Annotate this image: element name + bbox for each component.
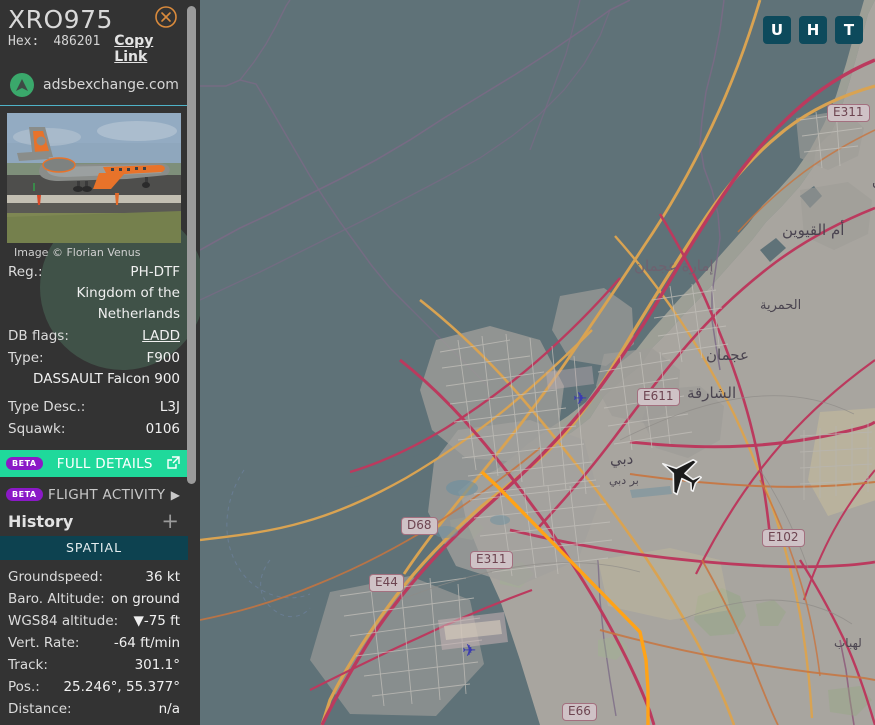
spatial-section-header[interactable]: SPATIAL bbox=[0, 536, 188, 560]
hex-label: Hex: bbox=[8, 34, 40, 49]
detail-row-type: Type: F900 bbox=[0, 347, 188, 369]
detail-label: Reg.: bbox=[8, 264, 43, 280]
road-shield[interactable]: E66 bbox=[562, 703, 597, 721]
road-shield[interactable]: E311 bbox=[827, 104, 870, 122]
map-controls: U H T bbox=[763, 16, 863, 44]
detail-country-line1: Kingdom of the bbox=[76, 285, 180, 301]
full-details-label: FULL DETAILS bbox=[56, 455, 153, 472]
detail-row-squawk: Squawk: 0106 bbox=[0, 418, 188, 440]
detail-value: F900 bbox=[146, 350, 180, 366]
spatial-row-position: Pos.: 25.246°, 55.377° bbox=[0, 676, 188, 698]
plus-icon[interactable]: + bbox=[161, 511, 179, 532]
brand-name: adsbexchange.com bbox=[43, 77, 179, 93]
road-shield[interactable]: E44 bbox=[369, 574, 404, 592]
spatial-value: n/a bbox=[158, 701, 180, 717]
detail-label: Type: bbox=[8, 350, 44, 366]
spatial-label: Baro. Altitude: bbox=[8, 591, 105, 607]
detail-type-full: DASSAULT Falcon 900 bbox=[33, 371, 180, 387]
full-details-button[interactable]: BETA FULL DETAILS bbox=[0, 450, 188, 477]
detail-country-line2: Netherlands bbox=[97, 306, 180, 322]
detail-row-reg: Reg.: PH-DTF bbox=[0, 261, 188, 283]
spatial-row-baro-altitude: Baro. Altitude: on ground bbox=[0, 588, 188, 610]
app-root: أم القيوين أم القيوين إمارة عجمان الحمري… bbox=[0, 0, 875, 725]
aircraft-marker-icon[interactable] bbox=[658, 452, 702, 496]
brand-row: adsbexchange.com bbox=[0, 65, 188, 106]
panel-header: XRO975 bbox=[0, 0, 188, 35]
close-circle-icon[interactable] bbox=[154, 5, 178, 29]
dbflags-value-link[interactable]: LADD bbox=[142, 326, 180, 346]
detail-row-typedesc: Type Desc.: L3J bbox=[0, 396, 188, 418]
hex-row: Hex: 486201 Copy Link bbox=[0, 33, 188, 65]
flight-activity-label: FLIGHT ACTIVITY bbox=[48, 486, 166, 503]
spatial-row-wgs84-altitude: WGS84 altitude: ▼-75 ft bbox=[0, 610, 188, 632]
spatial-row-groundspeed: Groundspeed: 36 kt bbox=[0, 566, 188, 588]
external-link-icon bbox=[167, 455, 180, 472]
map-button-h[interactable]: H bbox=[799, 16, 827, 44]
detail-label: DB flags: bbox=[8, 328, 69, 344]
spatial-label: Vert. Rate: bbox=[8, 635, 80, 651]
adsbexchange-logo-icon bbox=[10, 73, 34, 97]
map-button-t[interactable]: T bbox=[835, 16, 863, 44]
map-vector-layer bbox=[200, 0, 875, 725]
history-section-header[interactable]: History + bbox=[0, 508, 188, 536]
detail-row-dbflags: DB flags: LADD bbox=[0, 325, 188, 347]
spatial-row-distance: Distance: n/a bbox=[0, 698, 188, 720]
road-shield[interactable]: E611 bbox=[637, 388, 680, 406]
panel-scrollbar[interactable] bbox=[187, 6, 196, 484]
photo-credit: Image © Florian Venus bbox=[14, 246, 141, 259]
beta-badge: BETA bbox=[6, 457, 43, 470]
aircraft-photo[interactable] bbox=[7, 113, 181, 243]
map-button-u[interactable]: U bbox=[763, 16, 791, 44]
beta-badge: BETA bbox=[6, 488, 43, 501]
spatial-value: ▼-75 ft bbox=[133, 613, 180, 629]
aircraft-photo-wrap[interactable]: Image © Florian Venus bbox=[0, 106, 188, 261]
detail-value: PH-DTF bbox=[130, 264, 180, 280]
map-canvas[interactable]: أم القيوين أم القيوين إمارة عجمان الحمري… bbox=[200, 0, 875, 725]
spatial-label: Track: bbox=[8, 657, 48, 673]
road-shield[interactable]: D68 bbox=[401, 517, 438, 535]
spatial-label: Pos.: bbox=[8, 679, 40, 695]
spatial-value: 36 kt bbox=[145, 569, 180, 585]
hex-value: 486201 bbox=[53, 34, 101, 49]
detail-value: L3J bbox=[159, 399, 180, 415]
spatial-row-track: Track: 301.1° bbox=[0, 654, 188, 676]
airport-icon[interactable]: ✈ bbox=[573, 391, 587, 408]
aircraft-info-panel: XRO975 Hex: 486201 Copy Link adsbexchang… bbox=[0, 0, 200, 725]
spatial-row-vert-rate: Vert. Rate: -64 ft/min bbox=[0, 632, 188, 654]
spatial-value: 301.1° bbox=[134, 657, 180, 673]
airport-icon[interactable]: ✈ bbox=[462, 643, 476, 660]
spatial-rows: Groundspeed: 36 kt Baro. Altitude: on gr… bbox=[0, 566, 188, 720]
spatial-value: 25.246°, 55.377° bbox=[63, 679, 180, 695]
spatial-value: on ground bbox=[111, 591, 180, 607]
detail-label: Squawk: bbox=[8, 421, 66, 437]
chevron-right-icon: ▶ bbox=[170, 487, 180, 502]
detail-label: Type Desc.: bbox=[8, 399, 86, 415]
spatial-value: -64 ft/min bbox=[113, 635, 180, 651]
detail-value: 0106 bbox=[145, 421, 180, 437]
spatial-label: Distance: bbox=[8, 701, 72, 717]
flight-activity-button[interactable]: BETA FLIGHT ACTIVITY ▶ bbox=[0, 481, 188, 508]
road-shield[interactable]: E102 bbox=[762, 529, 805, 547]
spatial-label: Groundspeed: bbox=[8, 569, 103, 585]
copy-link-button[interactable]: Copy Link bbox=[114, 33, 180, 65]
spatial-label: WGS84 altitude: bbox=[8, 613, 119, 629]
history-title: History bbox=[8, 512, 74, 531]
road-shield[interactable]: E311 bbox=[470, 551, 513, 569]
